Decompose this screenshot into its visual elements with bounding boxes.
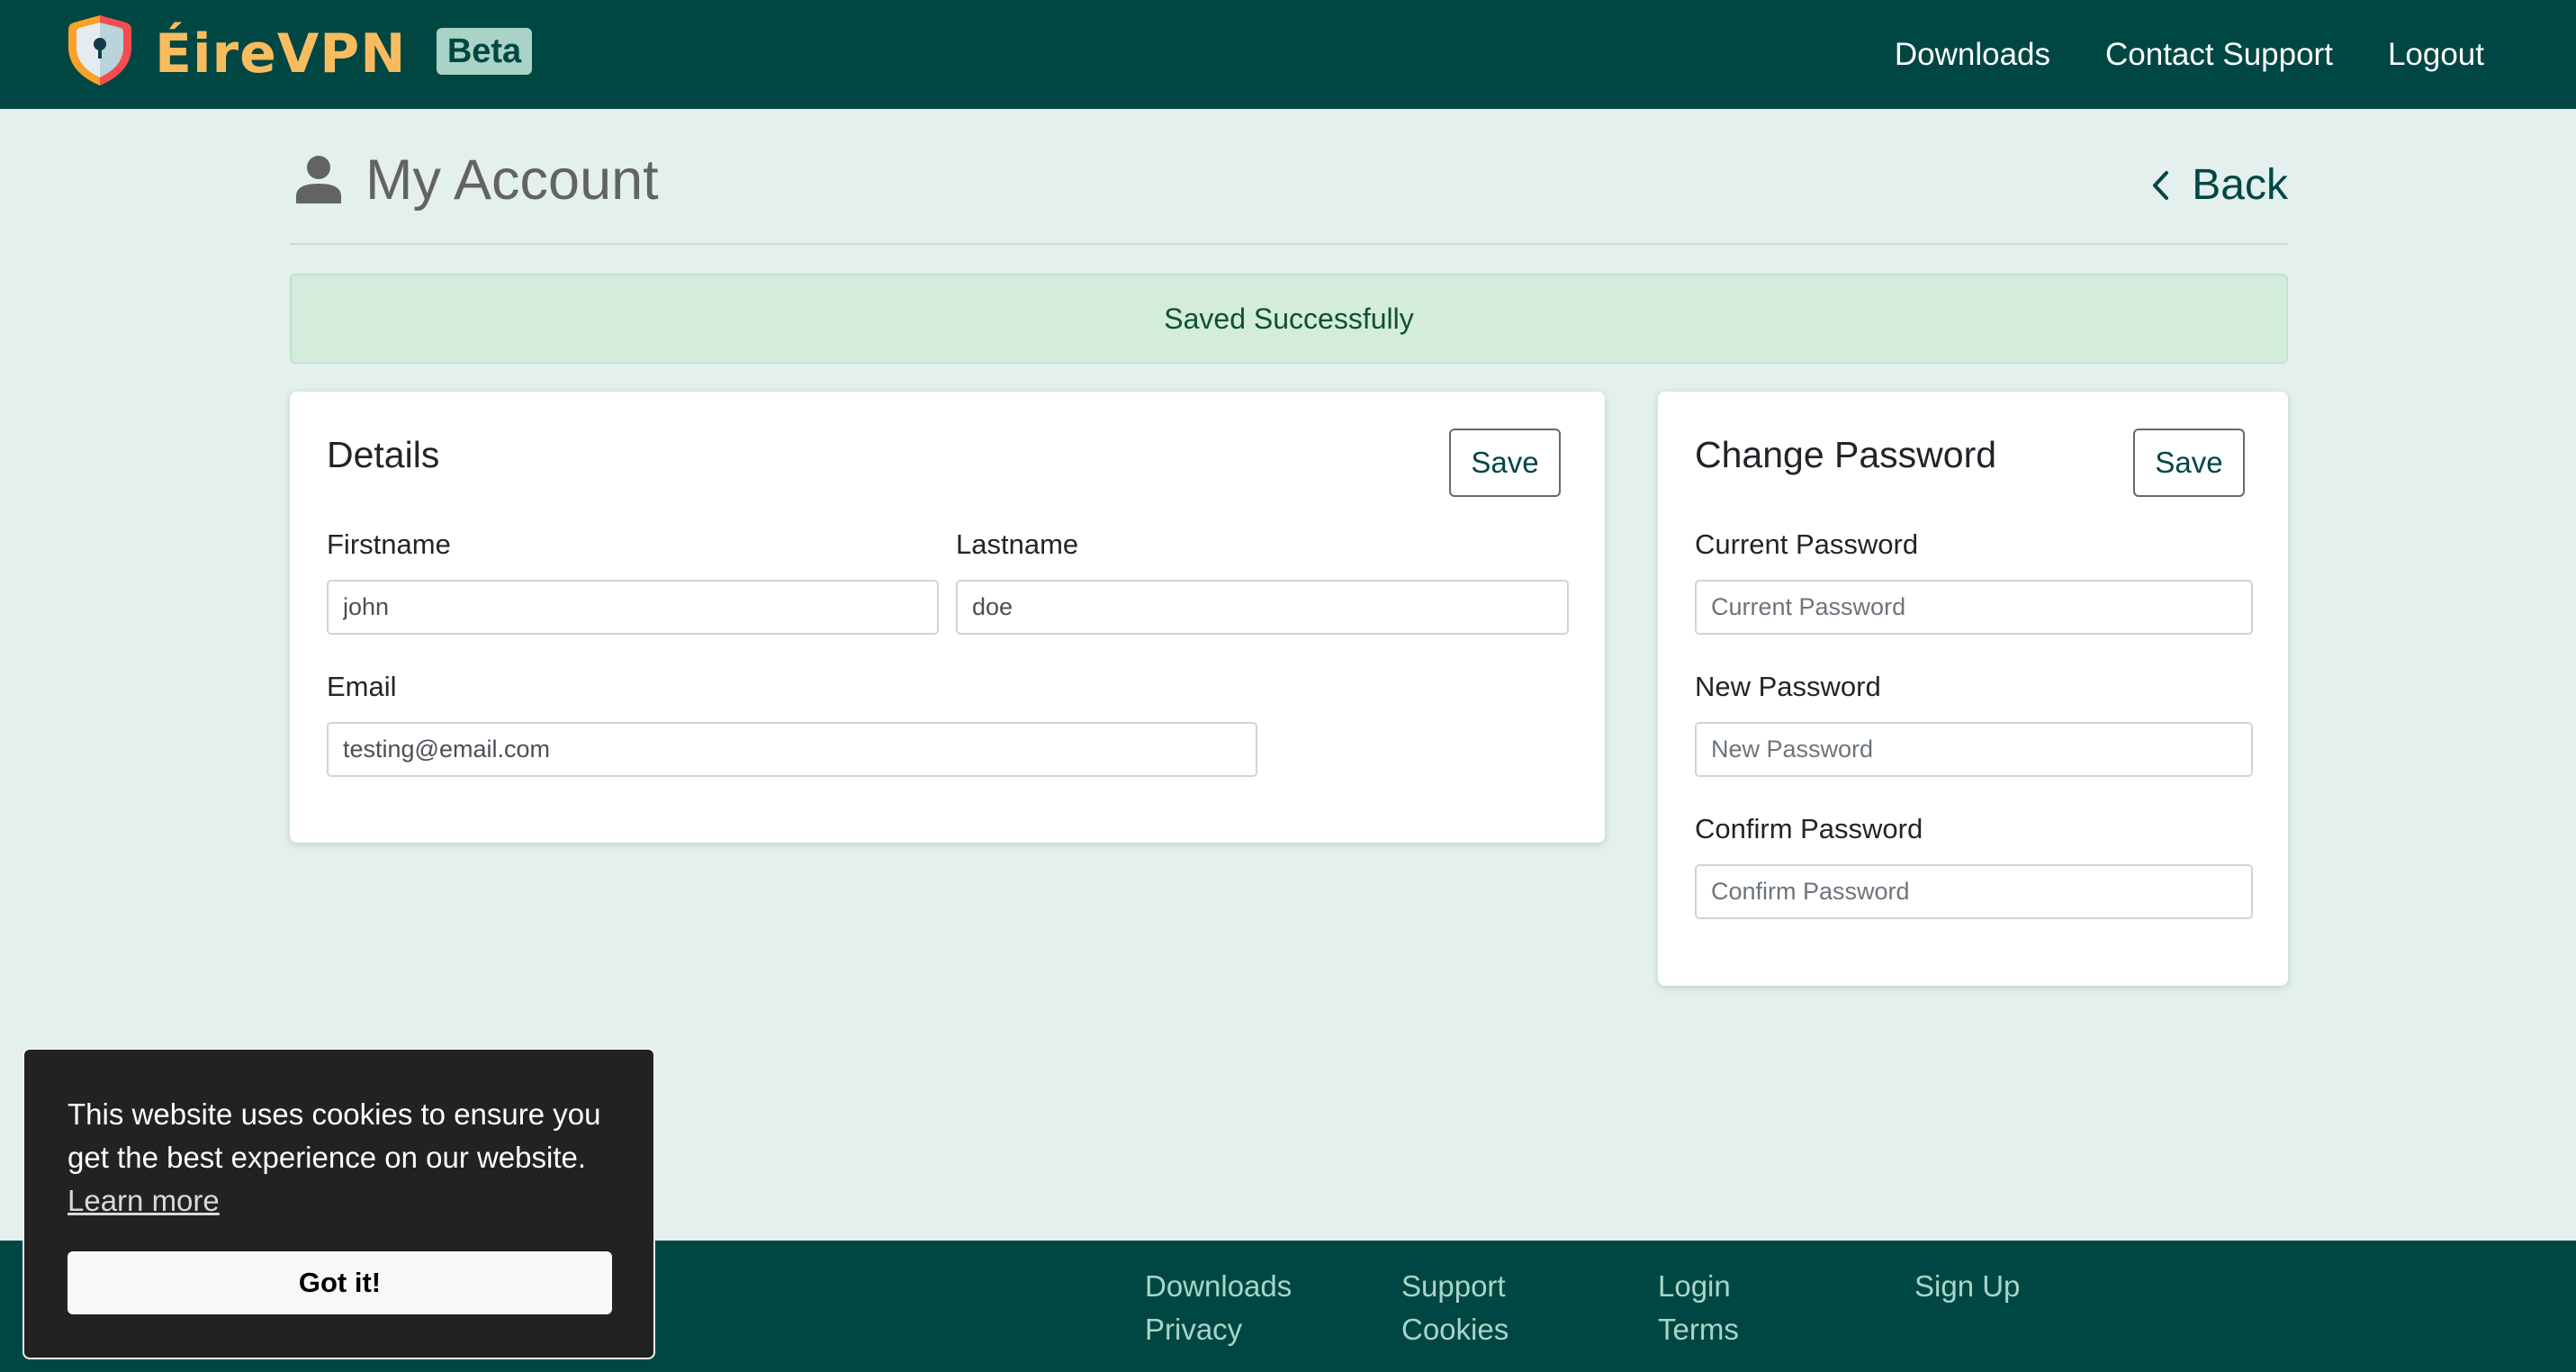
footer-link-support[interactable]: Support (1401, 1268, 1658, 1305)
firstname-label: Firstname (327, 528, 451, 560)
heading-divider (290, 243, 2288, 245)
lastname-label: Lastname (956, 528, 1079, 560)
cookie-accept-button[interactable]: Got it! (68, 1251, 612, 1314)
cookie-learn-more-link[interactable]: Learn more (68, 1184, 220, 1217)
change-password-card: Change Password Save Current Password Ne… (1658, 392, 2288, 986)
confirm-password-label: Confirm Password (1695, 813, 1923, 844)
beta-badge: Beta (437, 28, 532, 75)
success-alert: Saved Successfully (290, 274, 2288, 364)
footer-links: Downloads Support Login Sign Up Privacy … (1145, 1268, 2171, 1349)
current-password-label: Current Password (1695, 528, 1919, 560)
footer-link-login[interactable]: Login (1658, 1268, 1914, 1305)
nav-contact-support[interactable]: Contact Support (2105, 37, 2333, 73)
footer-link-terms[interactable]: Terms (1658, 1311, 1914, 1349)
new-password-label: New Password (1695, 671, 1881, 702)
chevron-left-icon (2153, 171, 2169, 200)
email-input[interactable] (327, 722, 1257, 777)
details-title: Details (327, 434, 440, 475)
details-card: Details Save Firstname Lastname Email (290, 392, 1605, 843)
lastname-input[interactable] (956, 580, 1569, 635)
top-navbar: ÉireVPN Beta Downloads Contact Support L… (0, 0, 2576, 109)
cookie-message: This website uses cookies to ensure you … (68, 1093, 626, 1223)
shield-logo-icon[interactable] (67, 14, 133, 87)
change-password-title: Change Password (1695, 434, 1997, 475)
footer-link-sign-up[interactable]: Sign Up (1914, 1268, 2171, 1305)
current-password-input[interactable] (1695, 580, 2253, 635)
password-save-button[interactable]: Save (2133, 429, 2245, 497)
email-label: Email (327, 671, 397, 702)
footer-link-downloads[interactable]: Downloads (1145, 1268, 1401, 1305)
cookie-banner: This website uses cookies to ensure you … (23, 1048, 655, 1359)
footer-link-privacy[interactable]: Privacy (1145, 1311, 1401, 1349)
person-icon (296, 156, 341, 203)
footer-link-cookies[interactable]: Cookies (1401, 1311, 1658, 1349)
back-link[interactable]: Back (2150, 158, 2288, 212)
nav-downloads[interactable]: Downloads (1895, 37, 2050, 73)
details-save-button[interactable]: Save (1449, 429, 1561, 497)
main-nav: Downloads Contact Support Logout (1895, 0, 2484, 109)
firstname-input[interactable] (327, 580, 939, 635)
back-label: Back (2192, 161, 2288, 209)
new-password-input[interactable] (1695, 722, 2253, 777)
cookie-message-text: This website uses cookies to ensure you … (68, 1097, 601, 1174)
brand-name[interactable]: ÉireVPN (155, 20, 406, 88)
page-title: My Account (365, 149, 659, 212)
nav-logout[interactable]: Logout (2388, 37, 2484, 73)
confirm-password-input[interactable] (1695, 864, 2253, 919)
